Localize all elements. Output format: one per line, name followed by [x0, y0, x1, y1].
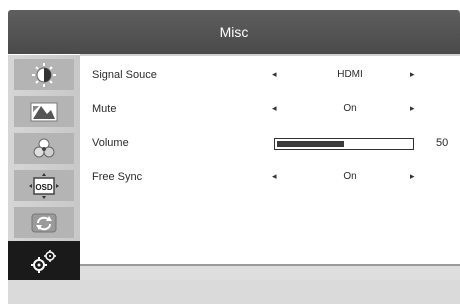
- volume-value: 50: [436, 137, 449, 149]
- volume-label: Volume: [92, 137, 129, 149]
- setting-row-signal-source[interactable]: Signal Souce ◂ HDMI ▸: [80, 66, 460, 86]
- free-sync-next-arrow[interactable]: ▸: [410, 171, 415, 182]
- free-sync-prev-arrow[interactable]: ◂: [272, 171, 277, 182]
- brightness-contrast-icon: [32, 63, 56, 87]
- mute-label: Mute: [92, 103, 117, 115]
- volume-slider-fill: [277, 141, 344, 147]
- tab-reset[interactable]: [14, 207, 74, 238]
- color-icon: [33, 138, 55, 158]
- tab-color[interactable]: [14, 133, 74, 164]
- osd-icon: OSD: [29, 173, 59, 199]
- signal-source-next-arrow[interactable]: ▸: [410, 69, 415, 80]
- page-title: Misc: [219, 24, 249, 40]
- osd-header: Misc: [8, 10, 460, 54]
- signal-source-label: Signal Souce: [92, 69, 157, 81]
- setting-row-volume[interactable]: Volume 50: [80, 134, 460, 154]
- setting-row-mute[interactable]: Mute ◂ On ▸: [80, 100, 460, 120]
- svg-text:OSD: OSD: [35, 183, 53, 192]
- signal-source-prev-arrow[interactable]: ◂: [272, 69, 277, 80]
- settings-panel: Signal Souce ◂ HDMI ▸ Mute ◂ On ▸ Volume…: [80, 54, 460, 266]
- tab-brightness-contrast[interactable]: [14, 59, 74, 90]
- tab-misc[interactable]: [8, 241, 80, 281]
- mute-value: On: [343, 103, 357, 114]
- sidebar: OSD: [8, 54, 80, 281]
- tab-image[interactable]: [14, 96, 74, 127]
- free-sync-value: On: [343, 171, 357, 182]
- osd-window: Misc OSD Signal Souce ◂ HDMI ▸ Mute ◂ On…: [8, 10, 460, 304]
- reset-icon: [31, 213, 57, 233]
- signal-source-value: HDMI: [337, 69, 363, 80]
- free-sync-label: Free Sync: [92, 171, 143, 183]
- misc-settings-icon: [31, 250, 56, 273]
- mute-next-arrow[interactable]: ▸: [410, 103, 415, 114]
- osd-footer: [8, 280, 460, 304]
- setting-row-free-sync[interactable]: Free Sync ◂ On ▸: [80, 168, 460, 188]
- image-icon: [30, 102, 58, 122]
- volume-slider[interactable]: [274, 138, 414, 150]
- tab-osd[interactable]: OSD: [14, 170, 74, 201]
- mute-prev-arrow[interactable]: ◂: [272, 103, 277, 114]
